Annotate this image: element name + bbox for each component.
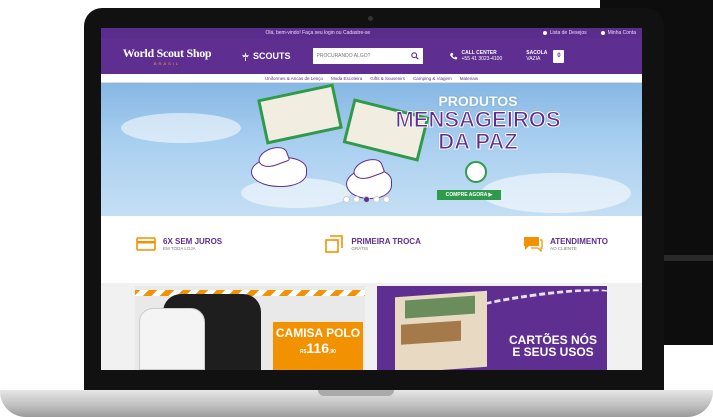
- camera-icon: [368, 16, 373, 21]
- chat-icon: [524, 236, 543, 252]
- benefit-sub: GRÁTIS: [351, 245, 369, 251]
- benefit-installments: 6X SEM JUROS EM TODA LOJA: [135, 236, 222, 252]
- promo-cards[interactable]: CARTÕES NÓS E SEUS USOS: [377, 286, 607, 370]
- phone-icon: [449, 52, 457, 59]
- carousel-dot[interactable]: [373, 196, 380, 203]
- promo-cards-title: CARTÕES NÓS E SEUS USOS: [503, 334, 603, 358]
- recycle-icon: [465, 161, 487, 183]
- benefit-sub: AO CLIENTE: [550, 245, 577, 251]
- logo-title: World Scout Shop: [122, 46, 212, 60]
- promo-cards-line2: E SEUS USOS: [512, 345, 594, 359]
- polo-image: [139, 308, 205, 370]
- promo-polo-title: CAMISA POLO: [275, 326, 361, 340]
- benefit-title: ATENDIMENTO: [550, 236, 608, 246]
- bag-icon: 0: [553, 49, 565, 63]
- carousel-dot-active[interactable]: [363, 196, 370, 203]
- hero-banner[interactable]: PRODUTOS MENSAGEIROS DA PAZ COMPRE AGORA…: [101, 83, 642, 216]
- scene: Olá, bem-vindo! Faça seu login ou Cadast…: [0, 0, 713, 417]
- credit-card-icon: [136, 236, 156, 251]
- call-center[interactable]: CALL CENTER +55 41 3023-4100: [449, 50, 503, 62]
- nav-item-camping[interactable]: Camping & Viagem: [413, 76, 452, 81]
- hero-title: PRODUTOS MENSAGEIROS DA PAZ: [383, 93, 573, 153]
- call-number: +55 41 3023-4100: [461, 56, 503, 62]
- fleur-de-lis-icon: [241, 51, 250, 61]
- promo-polo-banner: CAMISA POLO R$116,90: [273, 322, 363, 370]
- price-cents: ,90: [329, 349, 336, 355]
- hero-line2: MENSAGEIROS: [395, 107, 561, 132]
- welcome-message[interactable]: Olá, bem-vindo! Faça seu login ou Cadast…: [107, 30, 529, 36]
- logo-subtitle: BRASIL: [153, 61, 181, 66]
- shopping-bag[interactable]: SACOLA VAZIA 0: [526, 49, 565, 63]
- nav-item-gifts[interactable]: Gifts & Souvenirs: [370, 76, 405, 81]
- benefits-bar: 6X SEM JUROS EM TODA LOJA PRIMEIRA TROCA G…: [101, 216, 642, 271]
- site-logo[interactable]: World Scout Shop BRASIL: [113, 46, 221, 66]
- base-notch: [318, 390, 394, 396]
- scarf-image: [257, 83, 343, 145]
- benefit-exchange: PRIMEIRA TROCA GRÁTIS: [323, 234, 421, 253]
- heart-icon: [542, 31, 547, 35]
- account-link[interactable]: Minha Conta: [600, 30, 636, 36]
- hero-line3: DA PAZ: [438, 129, 518, 154]
- exchange-icon: [325, 234, 344, 253]
- carousel-dots: [343, 196, 390, 203]
- benefit-title: 6X SEM JUROS: [163, 236, 223, 246]
- search-icon[interactable]: [410, 52, 419, 60]
- benefit-title: PRIMEIRA TROCA: [351, 236, 421, 246]
- cloud: [481, 173, 631, 213]
- nav-item-materiais[interactable]: Materiais: [460, 76, 478, 81]
- top-bar: Olá, bem-vindo! Faça seu login ou Cadast…: [101, 28, 642, 38]
- scouts-label: SCOUTS: [253, 51, 291, 61]
- search-input[interactable]: [316, 53, 407, 59]
- screen: Olá, bem-vindo! Faça seu login ou Cadast…: [101, 28, 642, 370]
- wishlist-label: Lista de Desejos: [549, 30, 587, 36]
- price-value: 116: [306, 340, 330, 356]
- user-icon: [600, 31, 605, 35]
- carousel-dot[interactable]: [353, 196, 360, 203]
- dove-image: [346, 155, 392, 199]
- nav-item-uniformes[interactable]: Uniformes & Ancas de Lenço: [265, 76, 323, 81]
- main-nav: Uniformes & Ancas de Lenço Moda Escoteir…: [101, 74, 642, 83]
- search-box: [312, 48, 423, 64]
- cloud: [121, 113, 241, 143]
- carousel-dot[interactable]: [343, 196, 350, 203]
- card-box-image: [395, 290, 487, 370]
- scouts-link[interactable]: SCOUTS: [241, 51, 291, 61]
- promo-section: CAMISA POLO R$116,90 CARTÕES NÓS E SEUS …: [101, 283, 642, 370]
- wishlist-link[interactable]: Lista de Desejos: [542, 30, 587, 36]
- buy-now-button[interactable]: COMPRE AGORA ▶: [437, 190, 501, 200]
- bag-status: VAZIA: [526, 56, 541, 62]
- benefit-sub: EM TODA LOJA: [163, 245, 196, 251]
- account-label: Minha Conta: [607, 30, 636, 36]
- carousel-dot[interactable]: [383, 196, 390, 203]
- nav-item-moda[interactable]: Moda Escoteira: [331, 76, 362, 81]
- promo-polo[interactable]: CAMISA POLO R$116,90: [135, 286, 365, 370]
- laptop-base: [0, 390, 713, 417]
- site-header: World Scout Shop BRASIL SCOUTS CALL CENT…: [101, 38, 642, 74]
- dove-image: [251, 143, 307, 187]
- benefit-support: ATENDIMENTO AO CLIENTE: [522, 236, 608, 252]
